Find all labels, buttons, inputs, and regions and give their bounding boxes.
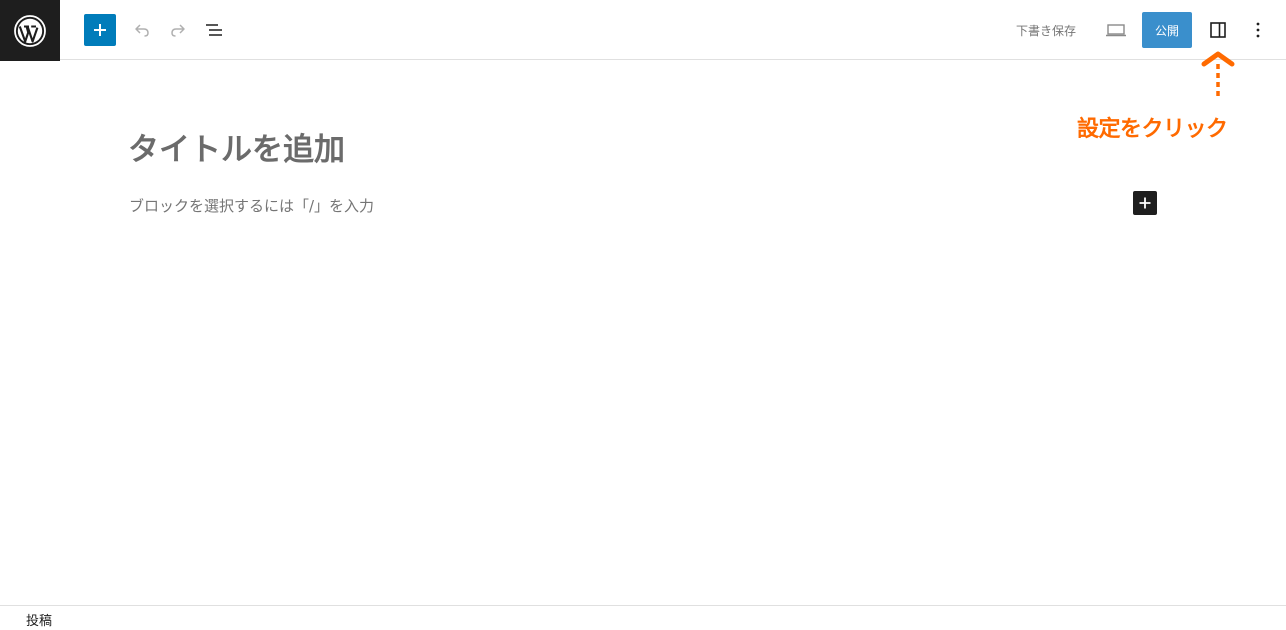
plus-icon <box>1139 197 1151 209</box>
options-button[interactable] <box>1246 18 1270 42</box>
redo-button[interactable] <box>166 18 190 42</box>
redo-icon <box>171 24 185 37</box>
desktop-preview-icon <box>1106 24 1126 37</box>
inline-add-block-button[interactable] <box>1133 191 1157 215</box>
undo-icon <box>135 24 149 37</box>
annotation-arrow-icon <box>1201 51 1235 100</box>
settings-button[interactable] <box>1206 18 1230 42</box>
list-view-button[interactable] <box>202 18 226 42</box>
wordpress-logo-icon[interactable] <box>0 0 60 61</box>
plus-icon <box>94 24 106 36</box>
sidebar-settings-icon <box>1210 22 1226 38</box>
annotation-label: 設定をクリック <box>1077 117 1228 142</box>
editor-header: 下書き保存 公開 <box>0 0 1286 61</box>
post-title-input[interactable]: タイトルを追加 <box>128 124 345 169</box>
publish-button[interactable]: 公開 <box>1142 12 1192 48</box>
breadcrumb[interactable]: 投稿 <box>26 610 52 629</box>
block-editor: 下書き保存 公開 設定をクリック タイトルを追加 ブロックを選択するには「/」を… <box>0 0 1286 630</box>
preview-button[interactable] <box>1104 18 1128 42</box>
more-vertical-icon <box>1256 22 1260 38</box>
editor-footer: 投稿 <box>0 605 1286 630</box>
block-placeholder[interactable]: ブロックを選択するには「/」を入力 <box>129 195 374 216</box>
list-view-icon <box>206 24 222 36</box>
undo-button[interactable] <box>130 18 154 42</box>
add-block-button[interactable] <box>84 14 116 46</box>
save-draft-button[interactable]: 下書き保存 <box>1006 14 1086 46</box>
